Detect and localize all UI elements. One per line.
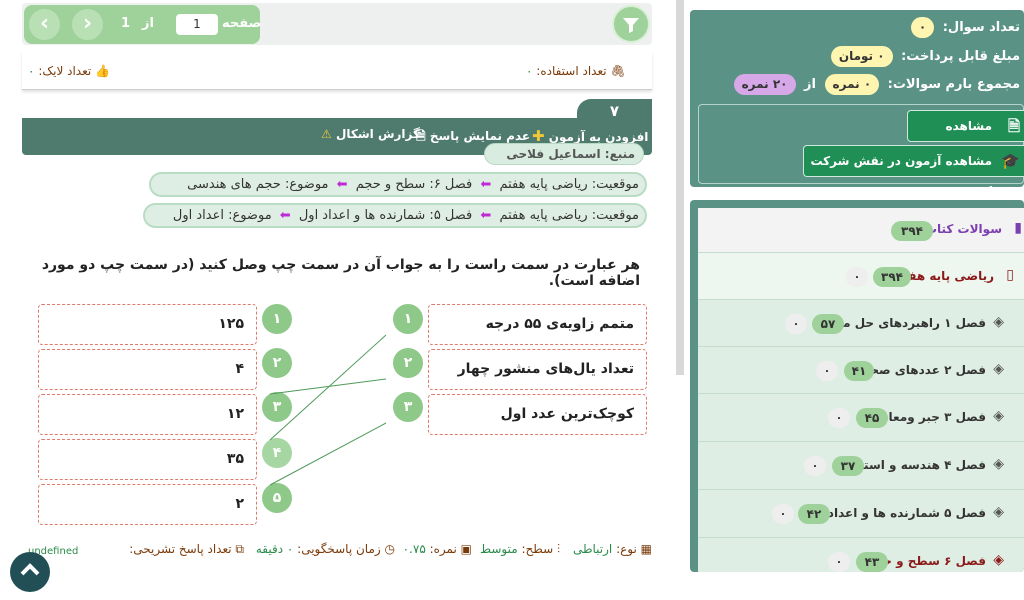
match-line-1	[269, 334, 387, 441]
graduation-cap-icon: 🎓	[1001, 152, 1020, 170]
left-scrollbar[interactable]	[676, 0, 684, 375]
match-line-3	[269, 422, 387, 486]
view-exam-button[interactable]: مشاهده آزمون 🗎	[907, 110, 1024, 163]
tree-chapter-1[interactable]: ◈ فصل ۱ راهبردهای حل مسئله ۵۷ ۰	[698, 300, 1024, 347]
layers-icon: ◈	[993, 552, 1004, 568]
layers-icon: ◈	[993, 361, 1004, 377]
payable-row: مبلغ قابل پرداخت: ۰ تومان	[827, 46, 1020, 67]
sliders-icon: ⫶	[556, 542, 560, 556]
book-icon: ▮	[1014, 220, 1022, 236]
match-line-2	[269, 378, 387, 395]
question-count-row: تعداد سوال: ۰	[907, 17, 1020, 38]
summary-actions: مشاهده آزمون 🗎 مشاهده آزمون در نقش شرکت …	[698, 104, 1024, 198]
layers-icon: ◈	[993, 408, 1004, 424]
book-icon: ▯	[1006, 267, 1014, 283]
copy-icon: ⧉	[235, 542, 244, 556]
layers-icon: ◈	[993, 314, 1004, 330]
score-sum-row: مجموع بارم سوالات: ۰ نمره از ۲۰ نمره	[730, 74, 1020, 95]
scroll-to-top-button[interactable]	[10, 552, 50, 592]
meta-time: ◷ زمان پاسخگویی: ۰ دقیقه	[255, 542, 395, 556]
layers-icon: ◈	[993, 504, 1004, 520]
layers-icon: ◈	[993, 456, 1004, 472]
tree-chapter-4[interactable]: ◈ فصل ۴ هندسه و استدلال ۳۷ ۰	[698, 442, 1024, 490]
book-tree-panel: ▮ سوالات کتاب ۳۹۴ ▯ ریاضی پایه هفتم ۳۹۴ …	[690, 200, 1024, 572]
tree-book-questions[interactable]: ▮ سوالات کتاب ۳۹۴	[698, 208, 1024, 253]
tree-book-math7[interactable]: ▯ ریاضی پایه هفتم ۳۹۴ ۰	[698, 253, 1024, 300]
document-icon: 🗎	[1007, 117, 1020, 135]
meta-explain-count: ⧉ تعداد پاسخ تشریحی:	[129, 542, 244, 556]
table-icon: ▦	[640, 542, 652, 556]
tree-chapter-5[interactable]: ◈ فصل ۵ شمارنده ها و اعداد اول ۴۲ ۰	[698, 490, 1024, 538]
page-root: ‹ › 1 از 1 صفحه 🖇 تعداد استفاده: ۰ 👍 تعد…	[0, 0, 1024, 600]
question-meta-bar: ▦ نوع: ارتباطی ⫶ سطح: متوسط ▣ نمره: ۰.۷۵…	[22, 540, 652, 562]
meta-type: ▦ نوع: ارتباطی	[572, 542, 652, 556]
book-tree: ▮ سوالات کتاب ۳۹۴ ▯ ریاضی پایه هفتم ۳۹۴ …	[698, 208, 1024, 572]
tree-chapter-6[interactable]: ◈ فصل ۶ سطح و حجم ۴۳ ۰	[698, 538, 1024, 572]
chevron-up-icon	[20, 563, 40, 576]
tree-chapter-3[interactable]: ◈ فصل ۳ جبر ومعادله ۴۵ ۰	[698, 394, 1024, 442]
view-as-participant-button[interactable]: مشاهده آزمون در نقش شرکت کننده 🎓	[803, 145, 1024, 198]
tree-chapter-2[interactable]: ◈ فصل ۲ عددهای صحیح ۴۱ ۰	[698, 347, 1024, 394]
meta-score: ▣ نمره: ۰.۷۵	[402, 542, 472, 556]
clock-icon: ◷	[384, 542, 395, 556]
wallet-icon: ▣	[460, 542, 472, 556]
meta-level: ⫶ سطح: متوسط	[479, 542, 560, 556]
